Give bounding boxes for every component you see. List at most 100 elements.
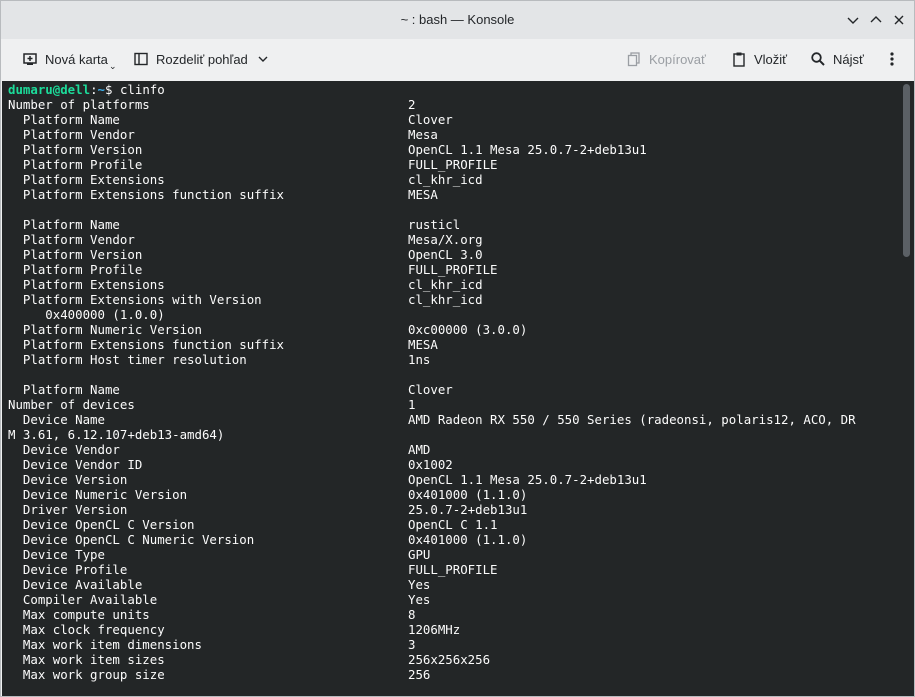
output-key: Max clock frequency: [8, 622, 165, 637]
output-line: Max clock frequency 1206MHz: [8, 622, 460, 637]
output-value: 1: [408, 397, 416, 412]
copy-label: Kopírovať: [649, 51, 706, 67]
output-value: OpenCL 1.1 Mesa 25.0.7-2+deb13u1: [408, 472, 647, 487]
output-key: M 3.61, 6.12.107+deb13-amd64): [8, 427, 225, 442]
paste-icon: [730, 50, 748, 68]
output-line: Device Version OpenCL 1.1 Mesa 25.0.7-2+d…: [8, 472, 647, 487]
output-value: Mesa/X.org: [408, 232, 483, 247]
find-button[interactable]: Nájsť: [809, 47, 864, 71]
kebab-menu-icon: [883, 50, 901, 68]
output-line: 0x400000 (1.0.0): [8, 307, 165, 322]
output-line: Number of devices 1: [8, 397, 415, 412]
prompt-command: clinfo: [119, 82, 165, 97]
output-value: 0x401000 (1.1.0): [408, 532, 528, 547]
output-line: Platform Vendor Mesa: [8, 127, 438, 142]
output-line: Device Vendor ID 0x1002: [8, 457, 453, 472]
output-key: Platform Vendor: [8, 232, 135, 247]
output-value: Mesa: [408, 127, 438, 142]
prompt-path: ~: [97, 82, 105, 97]
output-value: Clover: [408, 382, 453, 397]
scrollbar-thumb[interactable]: [903, 84, 910, 257]
output-line: Device Profile FULL_PROFILE: [8, 562, 498, 577]
find-label: Nájsť: [833, 51, 864, 67]
output-key: Compiler Available: [8, 592, 158, 607]
output-line: Device Available Yes: [8, 577, 430, 592]
output-line: Platform Profile FULL_PROFILE: [8, 262, 498, 277]
prompt-symbol: $: [105, 82, 113, 97]
output-value: Clover: [408, 112, 453, 127]
new-tab-label: Nová karta: [45, 51, 108, 67]
output-key: Platform Extensions function suffix: [8, 337, 285, 352]
output-value: 0x401000 (1.1.0): [408, 487, 528, 502]
output-value: 256x256x256: [408, 652, 491, 667]
output-value: MESA: [408, 337, 438, 352]
output-value: AMD Radeon RX 550 / 550 Series (radeonsi…: [408, 412, 856, 427]
output-key: 0x400000 (1.0.0): [8, 307, 165, 322]
output-key: Number of devices: [8, 397, 135, 412]
title-bar[interactable]: ~ : bash — Konsole: [1, 1, 914, 39]
paste-button[interactable]: Vložiť: [730, 47, 787, 71]
terminal-scrollbar[interactable]: [901, 81, 914, 696]
output-key: Max compute units: [8, 607, 150, 622]
output-key: Platform Numeric Version: [8, 322, 202, 337]
split-view-button[interactable]: Rozdeliť pohľad: [132, 47, 269, 71]
output-key: Device Vendor ID: [8, 457, 143, 472]
output-value: 256: [408, 667, 431, 682]
output-line: Platform Version OpenCL 3.0: [8, 247, 483, 262]
output-line: Device OpenCL C Numeric Version 0x401000 …: [8, 532, 527, 547]
terminal-output: dumaru@dell:~$ clinfo Number of platform…: [8, 82, 856, 682]
output-key: Platform Extensions with Version: [8, 292, 262, 307]
output-line: Platform Profile FULL_PROFILE: [8, 157, 498, 172]
output-key: Driver Version: [8, 502, 128, 517]
output-key: Platform Name: [8, 382, 120, 397]
window-title: ~ : bash — Konsole: [400, 12, 515, 27]
output-value: OpenCL C 1.1: [408, 517, 498, 532]
output-line: Device OpenCL C Version OpenCL C 1.1: [8, 517, 498, 532]
output-value: 1206MHz: [408, 622, 461, 637]
output-line: Platform Extensions function suffix MESA: [8, 187, 438, 202]
chevron-down-icon[interactable]: [257, 53, 269, 65]
output-value: cl_khr_icd: [408, 277, 483, 292]
output-value: 1ns: [408, 352, 431, 367]
terminal-view[interactable]: dumaru@dell:~$ clinfo Number of platform…: [2, 81, 901, 696]
output-key: Max work group size: [8, 667, 165, 682]
output-key: Platform Version: [8, 142, 143, 157]
output-key: Platform Profile: [8, 157, 143, 172]
output-value: rusticl: [408, 217, 461, 232]
output-line: Compiler Available Yes: [8, 592, 430, 607]
output-key: Platform Extensions: [8, 172, 165, 187]
output-value: 0x1002: [408, 457, 453, 472]
output-key: Device Available: [8, 577, 143, 592]
split-view-icon: [132, 50, 150, 68]
output-line: Max work group size 256: [8, 667, 430, 682]
output-value: MESA: [408, 187, 438, 202]
output-line: Platform Extensions cl_khr_icd: [8, 172, 483, 187]
output-key: Device Numeric Version: [8, 487, 188, 502]
output-key: Platform Vendor: [8, 127, 135, 142]
search-icon: [809, 50, 827, 68]
output-value: FULL_PROFILE: [408, 262, 498, 277]
output-line: Number of platforms 2: [8, 97, 415, 112]
new-tab-button[interactable]: Nová karta ⌄: [21, 47, 117, 71]
output-value: 8: [408, 607, 416, 622]
output-key: Platform Extensions function suffix: [8, 187, 285, 202]
prompt-user-host: dumaru@dell: [8, 82, 91, 97]
output-key: Device Name: [8, 412, 105, 427]
maximize-button[interactable]: [867, 11, 885, 29]
output-value: 2: [408, 97, 416, 112]
output-line: Platform Name Clover: [8, 382, 453, 397]
output-key: Device OpenCL C Numeric Version: [8, 532, 255, 547]
copy-button[interactable]: Kopírovať: [625, 47, 706, 71]
minimize-button[interactable]: [844, 11, 862, 29]
paste-label: Vložiť: [754, 51, 788, 67]
output-line: Device Name AMD Radeon RX 550 / 550 Serie…: [8, 412, 856, 427]
output-line: Device Numeric Version 0x401000 (1.1.0): [8, 487, 527, 502]
close-button[interactable]: [890, 11, 908, 29]
new-tab-icon: [21, 50, 39, 68]
output-key: Platform Version: [8, 247, 143, 262]
copy-icon: [625, 50, 643, 68]
output-value: 25.0.7-2+deb13u1: [408, 502, 528, 517]
main-menu-button[interactable]: [883, 47, 907, 71]
